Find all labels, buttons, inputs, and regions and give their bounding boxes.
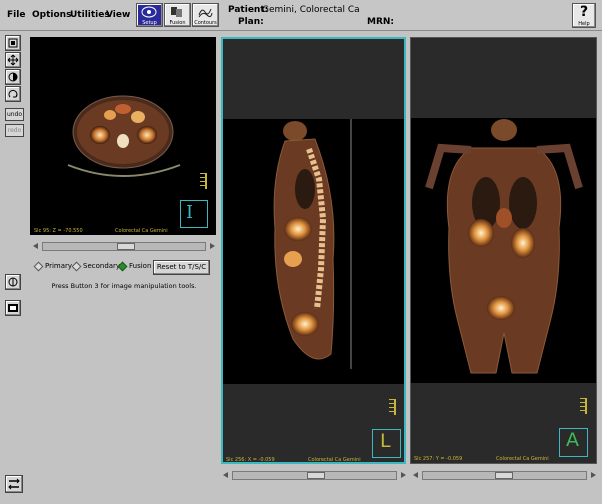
layout-button[interactable] (5, 300, 21, 316)
reset-button[interactable]: Reset to T/S/C (153, 260, 210, 275)
window-level-icon (8, 72, 18, 82)
axial-series-name: Colorectal Ca Gemini (115, 228, 168, 234)
help-label: Help (578, 21, 590, 27)
scroll-right-icon[interactable] (401, 472, 406, 478)
radio-fusion-indicator (117, 261, 128, 271)
orientation-box-coronal: A (559, 428, 588, 457)
orientation-box-axial: I (180, 200, 208, 228)
radio-fusion-label: Fusion (129, 262, 152, 270)
coronal-scroll-thumb[interactable] (495, 472, 513, 479)
zoom-tool-button[interactable] (5, 35, 21, 51)
axial-scroll-thumb[interactable] (117, 243, 135, 250)
sagittal-image (273, 119, 352, 369)
setup-icon (141, 6, 157, 18)
menu-file[interactable]: File (7, 10, 25, 20)
swap-button[interactable] (5, 475, 23, 493)
radio-primary[interactable]: Primary (33, 261, 73, 271)
slice-scale-icon (580, 398, 587, 414)
menu-view[interactable]: View (106, 10, 130, 20)
setup-button[interactable]: Setup (136, 3, 163, 27)
window-level-button[interactable] (5, 69, 21, 85)
hint-text: Press Button 3 for image manipulation to… (51, 282, 197, 290)
orientation-label-axial: I (186, 202, 194, 223)
radio-primary-label: Primary (45, 262, 73, 270)
help-button[interactable]: ? Help (572, 3, 596, 28)
orientation-label-sagittal: L (380, 430, 391, 452)
radio-secondary[interactable]: Secondary (71, 261, 121, 271)
fusion-label: Fusion (169, 20, 186, 26)
axial-slice-info: Slc 95: Z = -70.550 (34, 228, 83, 234)
rotate-tool-button[interactable] (5, 86, 21, 102)
pan-tool-button[interactable] (5, 52, 21, 68)
undo-button[interactable]: undo (5, 108, 24, 121)
coronal-series-name: Colorectal Ca Gemini (496, 456, 549, 462)
cursor-tool-button[interactable] (5, 274, 21, 290)
menu-utilities[interactable]: Utilities (70, 10, 110, 20)
contours-button[interactable]: Contours (192, 3, 219, 27)
contours-label: Contours (194, 20, 217, 26)
scroll-right-icon[interactable] (210, 243, 215, 249)
menu-bar: File Options Utilities View Setup Fusion… (0, 0, 602, 31)
orientation-label-coronal: A (566, 429, 579, 451)
sagittal-scrollbar[interactable] (223, 471, 406, 480)
radio-secondary-indicator (71, 261, 82, 271)
scroll-right-icon[interactable] (591, 472, 596, 478)
scroll-left-icon[interactable] (223, 472, 228, 478)
slice-scale-icon (389, 399, 396, 415)
mrn-label: MRN: (367, 17, 395, 27)
coronal-scrollbar[interactable] (413, 471, 596, 480)
menu-options[interactable]: Options (32, 10, 71, 20)
axial-scrollbar[interactable] (33, 242, 215, 251)
rotate-icon (8, 89, 18, 98)
fusion-button[interactable]: Fusion (164, 3, 191, 27)
coronal-slice-info: Slc 257: Y = -0.059 (414, 456, 463, 462)
zoom-icon (8, 38, 18, 48)
sagittal-slice-info: Slc 256: X = -0.059 (226, 457, 275, 463)
redo-button[interactable]: redo (5, 124, 24, 137)
contours-icon (198, 8, 213, 18)
coronal-viewport[interactable]: A Slc 257: Y = -0.059 Colorectal Ca Gemi… (410, 37, 597, 464)
slice-scale-icon (200, 173, 207, 189)
layout-icon (8, 304, 18, 312)
scroll-left-icon[interactable] (33, 243, 38, 249)
orientation-box-sagittal: L (372, 429, 401, 458)
sagittal-viewport[interactable]: L Slc 256: X = -0.059 Colorectal Ca Gemi… (221, 37, 406, 464)
pan-icon (7, 54, 19, 66)
scroll-left-icon[interactable] (413, 472, 418, 478)
axial-viewport[interactable]: I Slc 95: Z = -70.550 Colorectal Ca Gemi… (30, 37, 216, 235)
patient-name: Gemini, Colorectal Ca (262, 5, 360, 15)
cursor-icon (8, 277, 18, 287)
help-icon: ? (579, 4, 589, 20)
sagittal-scroll-thumb[interactable] (307, 472, 325, 479)
radio-primary-indicator (33, 261, 44, 271)
setup-label: Setup (142, 20, 157, 26)
sagittal-series-name: Colorectal Ca Gemini (308, 457, 361, 463)
radio-secondary-label: Secondary (83, 262, 121, 270)
fusion-icon (171, 7, 182, 17)
swap-arrows-icon (8, 478, 20, 490)
radio-fusion[interactable]: Fusion (117, 261, 152, 271)
coronal-image (425, 119, 583, 374)
plan-label: Plan: (238, 17, 264, 27)
